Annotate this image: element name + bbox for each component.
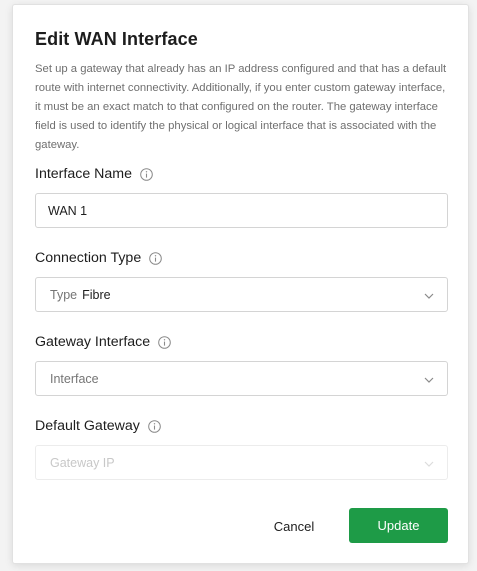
info-icon[interactable] bbox=[149, 251, 163, 265]
info-icon[interactable] bbox=[158, 335, 171, 349]
interface-name-input[interactable]: WAN 1 bbox=[35, 193, 448, 228]
dialog-title: Edit WAN Interface bbox=[35, 29, 198, 49]
connection-type-label-text: Connection Type bbox=[35, 250, 142, 266]
chevron-down-icon bbox=[423, 374, 435, 384]
connection-type-value: Fibre bbox=[82, 287, 111, 302]
connection-type-label: Connection Type bbox=[35, 250, 163, 266]
cancel-button[interactable]: Cancel bbox=[263, 510, 325, 542]
chevron-down-icon bbox=[423, 290, 435, 300]
gateway-interface-label-text: Gateway Interface bbox=[35, 334, 151, 350]
default-gateway-placeholder: Gateway IP bbox=[50, 455, 115, 470]
default-gateway-input: Gateway IP bbox=[35, 445, 448, 480]
interface-name-label-text: Interface Name bbox=[35, 166, 132, 182]
gateway-interface-placeholder: Interface bbox=[50, 371, 99, 386]
gateway-interface-select[interactable]: Interface bbox=[35, 361, 448, 396]
connection-type-prefix: Type bbox=[50, 287, 78, 302]
default-gateway-label: Default Gateway bbox=[35, 418, 161, 434]
chevron-down-icon bbox=[423, 458, 435, 468]
connection-type-select[interactable]: Type Fibre bbox=[35, 277, 448, 312]
update-button[interactable]: Update bbox=[349, 508, 448, 543]
interface-name-value: WAN 1 bbox=[48, 203, 88, 218]
dialog-description: Set up a gateway that already has an IP … bbox=[35, 63, 447, 151]
gateway-interface-label: Gateway Interface bbox=[35, 334, 171, 350]
default-gateway-label-text: Default Gateway bbox=[35, 418, 140, 434]
interface-name-label: Interface Name bbox=[35, 166, 153, 182]
edit-wan-dialog: Edit WAN Interface Set up a gateway that… bbox=[12, 4, 469, 564]
info-icon[interactable] bbox=[148, 419, 161, 433]
info-icon[interactable] bbox=[140, 167, 153, 181]
